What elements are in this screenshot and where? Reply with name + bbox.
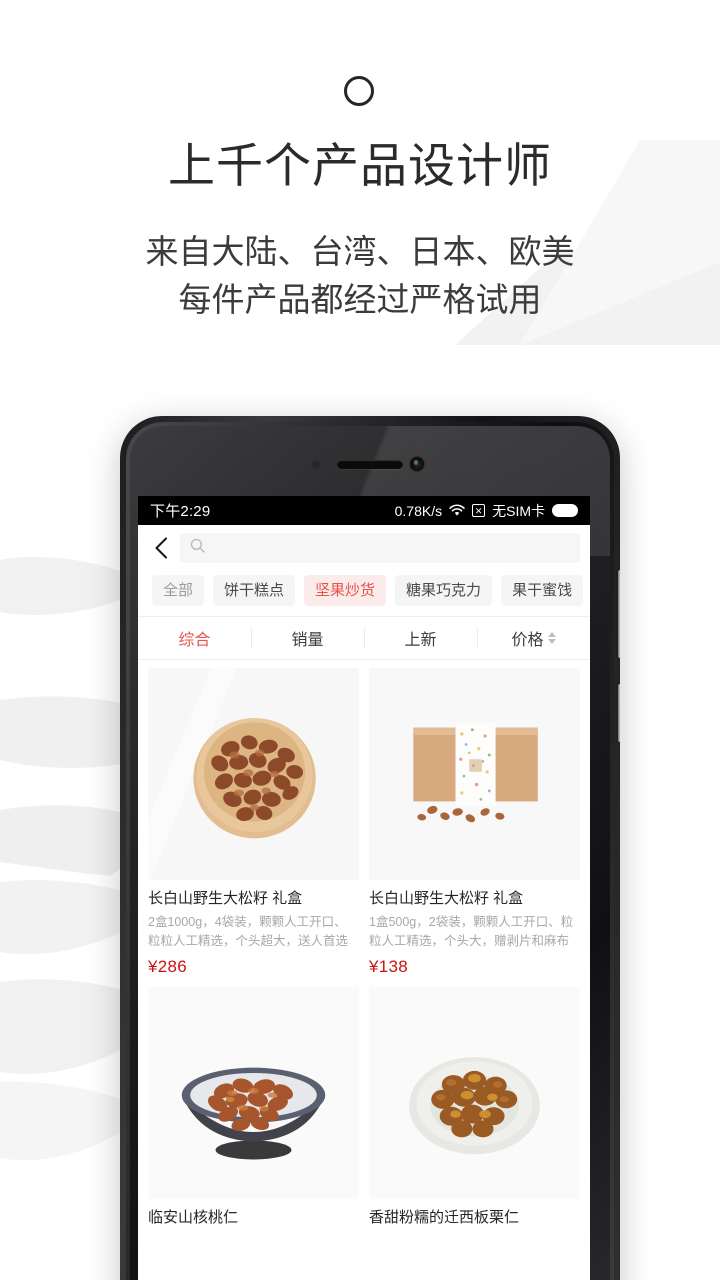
search-header [138,525,590,571]
promo-subtitle-line-1: 来自大陆、台湾、日本、欧美 [145,233,575,270]
category-chip-biscuits[interactable]: 饼干糕点 [213,575,296,606]
product-card[interactable]: 长白山野生大松籽 礼盒 2盒1000g，4袋装，颗颗人工开口、粒粒人工精选，个头… [138,668,364,987]
sort-tab-comprehensive-label: 综合 [178,632,211,649]
category-chip-all[interactable]: 全部 [152,575,205,606]
sort-updown-arrows-icon [547,632,556,644]
sort-tab-comprehensive[interactable]: 综合 [138,617,251,659]
phone-device-mockup: 下午2:29 0.78K/s ✕ 无SIM卡 全部 饼干糕点 坚果炒货 糖果巧克… [120,416,620,1280]
earpiece-speaker [337,460,403,469]
sort-bar[interactable]: 综合 销量 上新 价格 [138,616,590,660]
sort-tab-sales[interactable]: 销量 [251,617,364,659]
status-bar: 下午2:29 0.78K/s ✕ 无SIM卡 [138,496,590,525]
product-title: 长白山野生大松籽 礼盒 [369,890,524,907]
volume-button[interactable] [618,570,620,658]
front-camera-icon [410,457,424,471]
category-chip-candy[interactable]: 糖果巧克力 [395,575,493,606]
battery-icon [552,504,578,517]
sort-tab-new-label: 上新 [404,632,437,649]
no-signal-x-icon: ✕ [472,504,486,517]
status-time: 下午2:29 [150,503,211,520]
phone-screen: 下午2:29 0.78K/s ✕ 无SIM卡 全部 饼干糕点 坚果炒货 糖果巧克… [138,496,590,1280]
product-price: ¥138 [369,957,409,976]
product-card[interactable]: 临安山核桃仁 [138,987,364,1244]
search-icon [190,538,205,558]
product-title: 长白山野生大松籽 礼盒 [148,890,303,907]
product-grid: 长白山野生大松籽 礼盒 2盒1000g，4袋装，颗颗人工开口、粒粒人工精选，个头… [138,660,590,1244]
status-right-group: 0.78K/s ✕ 无SIM卡 [395,501,578,521]
network-speed-label: 0.78K/s [394,502,443,519]
promo-title: 上千个产品设计师 [168,139,552,192]
product-image-gift-box [369,668,580,880]
product-card[interactable]: 香甜粉糯的迁西板栗仁 [364,987,590,1244]
promo-page: 上千个产品设计师 来自大陆、台湾、日本、欧美 每件产品都经过严格试用 下午2:2… [0,0,720,1280]
product-image-walnut-bowl [148,987,359,1199]
product-image-chestnut-plate [369,987,580,1199]
promo-subtitle: 来自大陆、台湾、日本、欧美 每件产品都经过严格试用 [0,228,720,324]
promo-subtitle-line-2: 每件产品都经过严格试用 [178,281,542,318]
product-title: 香甜粉糯的迁西板栗仁 [369,1209,520,1226]
product-image-pine-nuts-plate [148,668,359,880]
wifi-icon [449,504,465,517]
category-chip-dried-fruit[interactable]: 果干蜜饯 [501,575,584,606]
product-description: 1盒500g，2袋装，颗颗人工开口、粒粒人工精选，个头大，赠剥片和麻布 [369,915,574,948]
category-chip-row[interactable]: 全部 饼干糕点 坚果炒货 糖果巧克力 果干蜜饯 [138,571,590,616]
sim-status-label: 无SIM卡 [492,502,545,519]
back-chevron-icon[interactable] [146,533,176,563]
power-button[interactable] [618,684,620,742]
sort-tab-sales-label: 销量 [291,632,324,649]
search-input[interactable] [180,533,580,563]
product-description: 2盒1000g，4袋装，颗颗人工开口、粒粒人工精选，个头超大，送人首选 [148,915,349,948]
sort-tab-price-label: 价格 [511,632,544,649]
product-price: ¥286 [148,957,188,976]
proximity-sensor-icon [312,460,321,469]
sort-tab-price[interactable]: 价格 [477,617,590,659]
product-title: 临安山核桃仁 [148,1209,239,1226]
category-chip-nuts[interactable]: 坚果炒货 [304,575,387,606]
sort-tab-new[interactable]: 上新 [364,617,477,659]
brand-ring-logo [344,76,374,106]
product-card[interactable]: 长白山野生大松籽 礼盒 1盒500g，2袋装，颗颗人工开口、粒粒人工精选，个头大… [364,668,590,987]
